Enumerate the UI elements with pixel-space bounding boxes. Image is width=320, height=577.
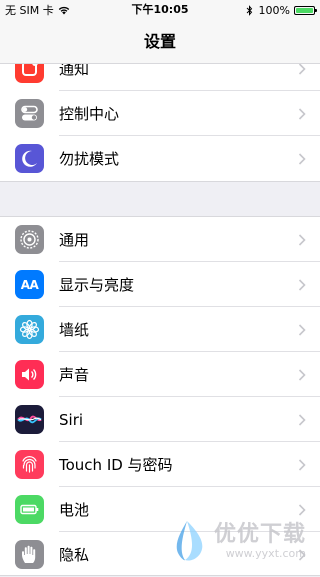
battery-indicator — [294, 5, 317, 15]
settings-row-sounds[interactable]: 声音 — [0, 352, 320, 397]
chevron-right-icon — [298, 368, 306, 381]
settings-row-do-not-disturb[interactable]: 勿扰模式 — [0, 136, 320, 181]
fingerprint-icon — [15, 450, 44, 479]
control-center-icon — [15, 99, 44, 128]
settings-row-label: 通用 — [59, 231, 90, 249]
moon-icon — [15, 144, 44, 173]
settings-row-label: Siri — [59, 410, 84, 429]
chevron-right-icon — [298, 503, 306, 516]
watermark-title: 优优下载 — [213, 521, 306, 547]
chevron-right-icon — [298, 323, 306, 336]
settings-row-siri[interactable]: Siri — [0, 397, 320, 442]
settings-row-general[interactable]: 通用 — [0, 217, 320, 262]
wallpaper-icon — [15, 315, 44, 344]
watermark-logo-icon — [176, 521, 203, 561]
watermark-text: 优优下载 www.yyxt.com — [213, 521, 306, 560]
nav-bar: 设置 — [0, 20, 320, 64]
settings-row-label: 显示与亮度 — [59, 276, 135, 294]
siri-icon — [15, 405, 44, 434]
status-right: 100% — [246, 0, 317, 20]
settings-row-label: 勿扰模式 — [59, 150, 120, 168]
watermark: 优优下载 www.yyxt.com — [164, 518, 306, 564]
settings-row-label: 电池 — [59, 501, 90, 519]
bluetooth-icon — [246, 4, 252, 16]
battery-fill — [296, 7, 313, 13]
chevron-right-icon — [298, 107, 306, 120]
chevron-right-icon — [298, 458, 306, 471]
chevron-right-icon — [298, 62, 306, 75]
display-brightness-glyph: AA — [20, 277, 39, 292]
hand-icon — [15, 540, 44, 569]
status-bar: 无 SIM 卡 下午10:05 100% — [0, 0, 320, 20]
settings-row-wallpaper[interactable]: 墙纸 — [0, 307, 320, 352]
battery-icon — [15, 495, 44, 524]
chevron-right-icon — [298, 413, 306, 426]
chevron-right-icon — [298, 233, 306, 246]
battery-percent: 100% — [258, 3, 290, 17]
watermark-url: www.yyxt.com — [225, 546, 306, 560]
settings-row-control-center[interactable]: 控制中心 — [0, 91, 320, 136]
settings-row-label: Touch ID 与密码 — [59, 456, 173, 474]
settings-row-display-brightness[interactable]: AA 显示与亮度 — [0, 262, 320, 307]
display-brightness-icon: AA — [15, 270, 44, 299]
settings-row-label: 控制中心 — [59, 105, 120, 123]
speaker-icon — [15, 360, 44, 389]
settings-row-label: 声音 — [59, 366, 90, 384]
settings-row-label: 墙纸 — [59, 321, 90, 339]
settings-group-1: 通知 控制中心 勿扰模式 — [0, 46, 320, 182]
gear-icon — [15, 225, 44, 254]
settings-row-touch-id-passcode[interactable]: Touch ID 与密码 — [0, 442, 320, 487]
chevron-right-icon — [298, 278, 306, 291]
chevron-right-icon — [298, 152, 306, 165]
page-title: 设置 — [143, 32, 176, 51]
